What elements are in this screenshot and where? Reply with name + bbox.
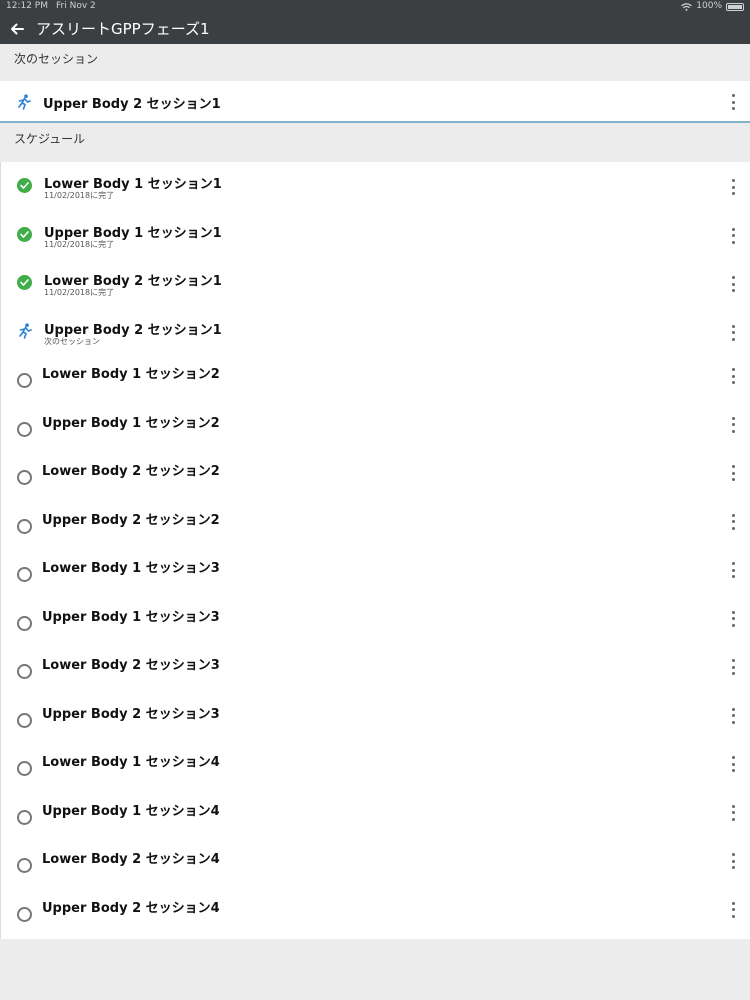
empty-circle-icon xyxy=(17,906,32,922)
check-circle-icon xyxy=(17,226,32,242)
schedule-header: スケジュール xyxy=(0,123,750,162)
next-session-card[interactable]: Upper Body 2 セッション1 xyxy=(0,81,750,123)
more-vertical-icon[interactable] xyxy=(730,853,736,869)
empty-circle-icon xyxy=(17,421,32,437)
schedule-row[interactable]: Upper Body 2 セッション2 xyxy=(1,502,750,550)
empty-circle-icon xyxy=(17,664,32,679)
more-vertical-icon[interactable] xyxy=(730,707,736,724)
more-vertical-icon[interactable] xyxy=(730,368,736,384)
more-vertical-icon[interactable] xyxy=(730,610,736,627)
empty-circle-icon xyxy=(17,761,32,776)
empty-circle-icon xyxy=(17,373,32,388)
more-vertical-icon[interactable] xyxy=(730,756,736,772)
status-left: 12:12 PM Fri Nov 2 xyxy=(6,0,104,13)
schedule-row[interactable]: Lower Body 1 セッション1 11/02/2018に完了 xyxy=(1,162,750,210)
wifi-icon xyxy=(681,2,693,11)
schedule-item-subtitle: 11/02/2018に完了 xyxy=(44,239,115,249)
schedule-item-subtitle: 11/02/2018に完了 xyxy=(44,191,115,200)
schedule-item-title: Upper Body 2 セッション4 xyxy=(42,900,220,916)
next-session-header: 次のセッション xyxy=(0,44,750,81)
schedule-item-title: Upper Body 2 セッション2 xyxy=(42,512,220,528)
schedule-row[interactable]: Upper Body 1 セッション1 11/02/2018に完了 xyxy=(1,211,750,259)
schedule-row[interactable]: Upper Body 2 セッション3 xyxy=(1,696,750,744)
schedule-row[interactable]: Lower Body 2 セッション3 xyxy=(1,647,750,695)
more-vertical-icon[interactable] xyxy=(730,901,736,918)
battery-icon xyxy=(726,2,744,11)
schedule-row[interactable]: Upper Body 1 セッション4 xyxy=(1,793,750,841)
more-vertical-icon[interactable] xyxy=(730,227,736,244)
empty-circle-icon xyxy=(17,615,32,631)
more-vertical-icon[interactable] xyxy=(730,94,736,110)
schedule-row[interactable]: Upper Body 1 セッション3 xyxy=(1,599,750,647)
schedule-item-subtitle: 11/02/2018に完了 xyxy=(44,288,115,297)
schedule-item-title: Lower Body 1 セッション4 xyxy=(42,755,220,770)
empty-circle-icon xyxy=(17,567,32,582)
schedule-item-subtitle: 次のセッション xyxy=(44,336,100,346)
empty-circle-icon xyxy=(17,858,32,873)
status-bar: 12:12 PM Fri Nov 2 100% xyxy=(0,0,750,13)
schedule-item-title: Upper Body 2 セッション3 xyxy=(42,706,220,722)
schedule-row[interactable]: Lower Body 2 セッション1 11/02/2018に完了 xyxy=(1,259,750,307)
app-bar: アスリートGPPフェーズ1 xyxy=(0,13,750,44)
more-vertical-icon[interactable] xyxy=(730,659,736,675)
status-right: 100% xyxy=(681,0,744,13)
more-vertical-icon[interactable] xyxy=(730,179,736,195)
more-vertical-icon[interactable] xyxy=(730,416,736,433)
page-title: アスリートGPPフェーズ1 xyxy=(36,20,210,38)
next-session-title: Upper Body 2 セッション1 xyxy=(43,97,221,112)
schedule-item-title: Upper Body 1 セッション4 xyxy=(42,803,220,819)
schedule-row[interactable]: Upper Body 2 セッション4 xyxy=(1,890,750,938)
more-vertical-icon[interactable] xyxy=(730,324,736,341)
schedule-item-title: Lower Body 2 セッション3 xyxy=(42,658,220,673)
runner-icon xyxy=(17,323,32,339)
empty-circle-icon xyxy=(17,809,32,825)
status-date: Fri Nov 2 xyxy=(56,1,96,11)
arrow-left-icon xyxy=(11,23,24,34)
back-button[interactable] xyxy=(0,13,34,44)
more-vertical-icon[interactable] xyxy=(730,465,736,481)
battery-percent: 100% xyxy=(696,1,722,11)
more-vertical-icon[interactable] xyxy=(730,562,736,578)
check-circle-icon xyxy=(17,178,32,193)
schedule-item-title: Upper Body 1 セッション2 xyxy=(42,415,220,431)
schedule-list: Lower Body 1 セッション1 11/02/2018に完了 Upper Bo… xyxy=(0,162,750,939)
empty-circle-icon xyxy=(17,518,32,534)
schedule-item-title: Upper Body 1 セッション3 xyxy=(42,609,220,625)
schedule-row[interactable]: Upper Body 2 セッション1 次のセッション xyxy=(1,308,750,356)
more-vertical-icon[interactable] xyxy=(730,804,736,821)
empty-circle-icon xyxy=(17,470,32,485)
schedule-row[interactable]: Lower Body 1 セッション4 xyxy=(1,744,750,792)
schedule-item-title: Lower Body 1 セッション3 xyxy=(42,561,220,576)
check-circle-icon xyxy=(17,275,32,290)
schedule-item-title: Lower Body 2 セッション4 xyxy=(42,852,220,867)
schedule-row[interactable]: Upper Body 1 セッション2 xyxy=(1,405,750,453)
schedule-item-title: Lower Body 2 セッション2 xyxy=(42,464,220,479)
schedule-row[interactable]: Lower Body 2 セッション4 xyxy=(1,841,750,889)
status-time: 12:12 PM xyxy=(6,1,48,11)
schedule-row[interactable]: Lower Body 1 セッション3 xyxy=(1,550,750,598)
more-vertical-icon[interactable] xyxy=(730,513,736,530)
schedule-row[interactable]: Lower Body 1 セッション2 xyxy=(1,356,750,404)
runner-icon xyxy=(16,93,31,110)
empty-circle-icon xyxy=(17,712,32,728)
schedule-row[interactable]: Lower Body 2 セッション2 xyxy=(1,453,750,501)
schedule-item-title: Lower Body 1 セッション2 xyxy=(42,367,220,382)
more-vertical-icon[interactable] xyxy=(730,276,736,292)
